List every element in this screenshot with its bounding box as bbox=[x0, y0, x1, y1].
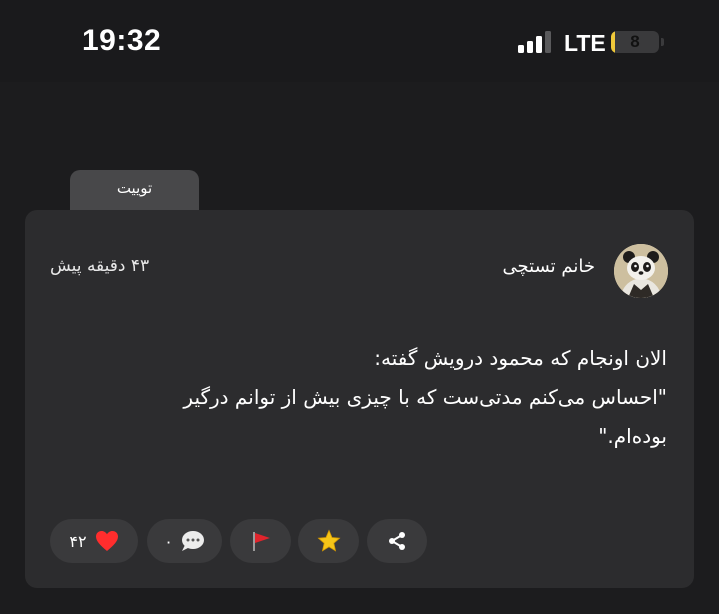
share-button[interactable] bbox=[367, 519, 427, 563]
signal-strength-icon bbox=[518, 31, 552, 53]
panda-avatar-icon bbox=[614, 244, 668, 298]
red-flag-icon bbox=[252, 532, 270, 551]
status-time: 19:32 bbox=[82, 24, 162, 57]
like-button[interactable]: ۴۲ bbox=[50, 519, 138, 563]
tab-tweet[interactable]: توییت bbox=[70, 170, 199, 210]
report-button[interactable] bbox=[230, 519, 291, 563]
post-text-line: الان اونجام که محمود درویش گفته: bbox=[374, 346, 667, 370]
avatar[interactable] bbox=[614, 244, 668, 298]
battery-icon: 8 bbox=[611, 31, 659, 53]
battery-cap bbox=[661, 38, 664, 46]
heart-icon bbox=[95, 531, 118, 551]
post-text: الان اونجام که محمود درویش گفته: "احساس … bbox=[77, 339, 667, 456]
author-name[interactable]: خانم تستچی bbox=[503, 256, 595, 277]
network-type: LTE bbox=[564, 30, 606, 56]
post-text-line: بوده‌ام." bbox=[598, 424, 667, 448]
post-time-ago: ۴۳ دقیقه پیش bbox=[50, 256, 150, 276]
battery-level: 8 bbox=[630, 32, 640, 51]
post-text-line: "احساس می‌کنم مدتی‌ست که با چیزی بیش از … bbox=[183, 385, 667, 409]
speech-bubble-icon bbox=[181, 531, 204, 551]
share-icon bbox=[389, 532, 405, 550]
comment-button[interactable]: ۰ bbox=[147, 519, 222, 563]
favorite-button[interactable] bbox=[298, 519, 359, 563]
comment-count: ۰ bbox=[164, 531, 173, 551]
status-bar: 19:32 LTE 8 bbox=[0, 0, 719, 82]
like-count: ۴۲ bbox=[69, 531, 87, 551]
star-icon bbox=[317, 529, 340, 552]
